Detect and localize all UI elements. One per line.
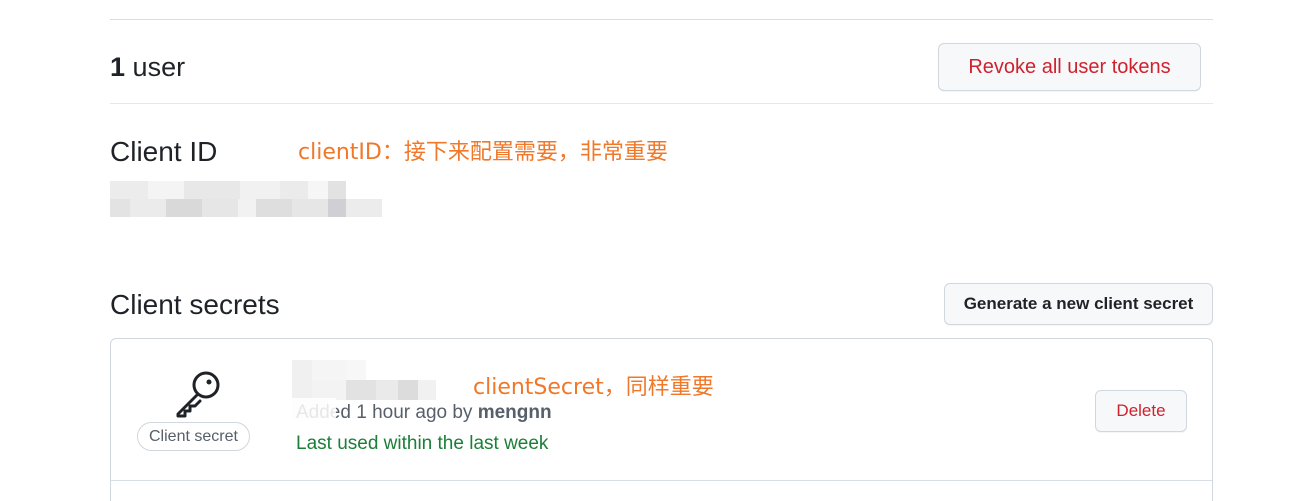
- users-count-label: user: [132, 52, 186, 82]
- client-secret-added-by: mengnn: [477, 402, 552, 423]
- added-info-redaction: [292, 398, 336, 420]
- top-divider: [110, 19, 1213, 20]
- client-secret-row-divider: [111, 480, 1212, 481]
- client-id-value-redacted: [110, 178, 382, 218]
- delete-client-secret-button[interactable]: Delete: [1095, 390, 1187, 432]
- client-id-heading: Client ID: [110, 136, 218, 167]
- client-secret-annotation: clientSecret，同样重要: [473, 375, 714, 400]
- client-id-annotation: clientID：接下来配置需要，非常重要: [298, 140, 668, 165]
- revoke-all-user-tokens-button[interactable]: Revoke all user tokens: [938, 43, 1201, 91]
- users-count-number: 1: [110, 52, 126, 82]
- key-icon: [170, 368, 226, 420]
- client-secret-badge: Client secret: [137, 422, 250, 451]
- client-secrets-heading: Client secrets: [110, 289, 280, 320]
- client-secret-last-used: Last used within the last week: [296, 433, 549, 454]
- users-count: 1 user: [110, 50, 185, 84]
- client-secret-list: [110, 338, 1213, 501]
- generate-client-secret-button[interactable]: Generate a new client secret: [944, 283, 1213, 325]
- section-divider: [110, 103, 1213, 104]
- oauth-app-settings: 1 user Revoke all user tokens Client ID …: [0, 0, 1289, 501]
